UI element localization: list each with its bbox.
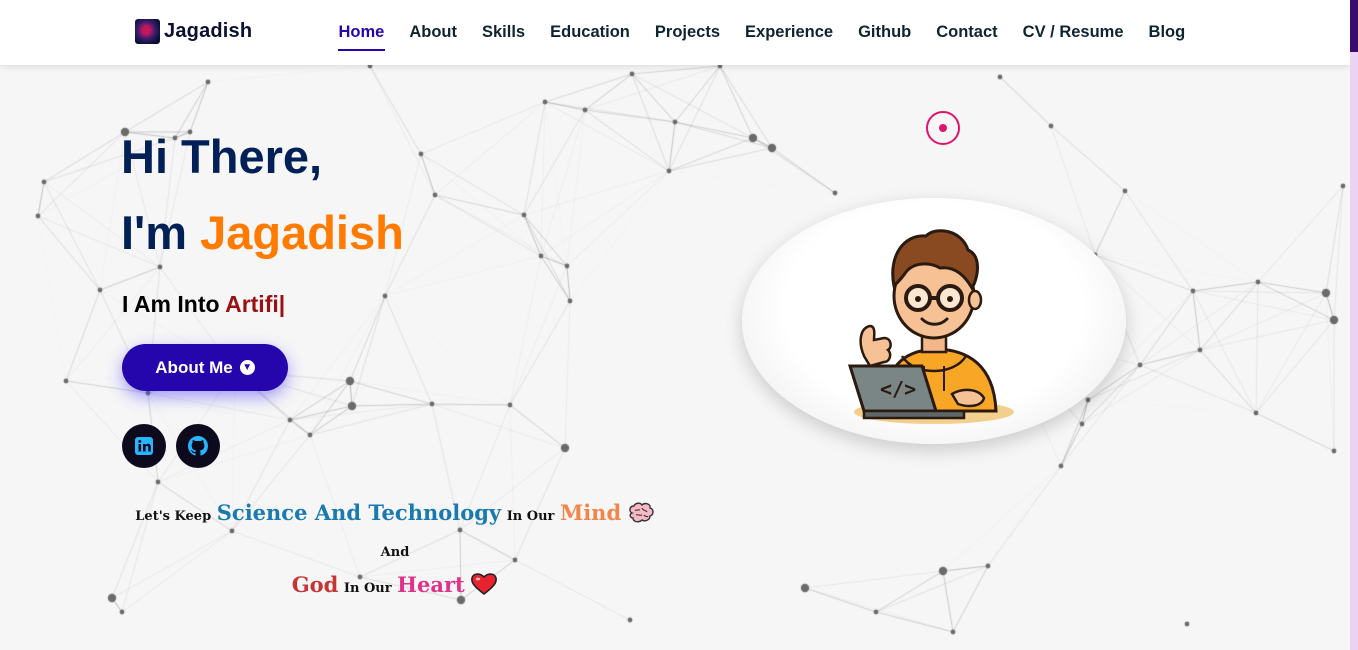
hero-typed-line: I Am Into Artifi| xyxy=(122,291,285,318)
quote-part-4: In Our xyxy=(343,581,392,596)
arrow-down-circle-icon: ▼ xyxy=(239,360,255,375)
brand-name: Jagadish xyxy=(164,20,253,42)
heart-icon xyxy=(470,572,498,607)
nav-github[interactable]: Github xyxy=(846,23,924,42)
nav-cv-resume[interactable]: CV / Resume xyxy=(1010,23,1136,42)
cursor-target-icon xyxy=(926,111,960,145)
nav-home[interactable]: Home xyxy=(326,23,397,51)
nav-skills[interactable]: Skills xyxy=(470,23,538,42)
nav-experience[interactable]: Experience xyxy=(733,23,846,42)
quote-heart: Heart xyxy=(397,572,465,597)
nav-blog[interactable]: Blog xyxy=(1136,23,1198,42)
nav-education[interactable]: Education xyxy=(538,23,643,42)
hero-im-prefix: I'm xyxy=(121,206,188,259)
hero-into-prefix: I Am Into xyxy=(122,291,220,317)
quote-text: Let's Keep Science And Technology In Our… xyxy=(125,497,665,607)
hero-section: Hi There, I'm Jagadish I Am Into Artifi|… xyxy=(0,65,1350,650)
nav-contact[interactable]: Contact xyxy=(924,23,1010,42)
nav-links: Home About Skills Education Projects Exp… xyxy=(326,0,1198,65)
brand[interactable]: Jagadish xyxy=(135,19,252,44)
quote-mind: Mind xyxy=(559,500,622,525)
github-icon xyxy=(188,436,208,456)
linkedin-link[interactable] xyxy=(122,424,166,468)
about-me-label: About Me xyxy=(155,357,233,377)
hero-name: Jagadish xyxy=(200,206,404,259)
quote-part-2: In Our xyxy=(506,509,555,524)
scrollbar-track[interactable] xyxy=(1350,0,1358,650)
brand-logo-icon xyxy=(135,19,160,44)
developer-avatar-icon: </> xyxy=(847,229,1014,424)
quote-part-3: And xyxy=(380,545,410,560)
svg-text:</>: </> xyxy=(880,377,916,401)
linkedin-icon xyxy=(135,437,153,455)
about-me-button[interactable]: About Me ▼ xyxy=(122,344,288,391)
avatar-oval: </> xyxy=(742,198,1126,444)
navbar: Jagadish Home About Skills Education Pro… xyxy=(0,0,1350,65)
typed-text: Artifi| xyxy=(225,291,286,317)
nav-about[interactable]: About xyxy=(397,23,470,42)
quote-science: Science And Technology xyxy=(216,500,502,525)
hero-intro: I'm Jagadish xyxy=(121,209,404,256)
nav-projects[interactable]: Projects xyxy=(642,23,732,42)
brain-icon xyxy=(627,502,655,535)
scrollbar-thumb[interactable] xyxy=(1350,0,1358,52)
quote-part-1: Let's Keep xyxy=(135,509,212,524)
github-link[interactable] xyxy=(176,424,220,468)
hero-greeting: Hi There, xyxy=(121,130,323,183)
quote-god: God xyxy=(291,572,339,597)
